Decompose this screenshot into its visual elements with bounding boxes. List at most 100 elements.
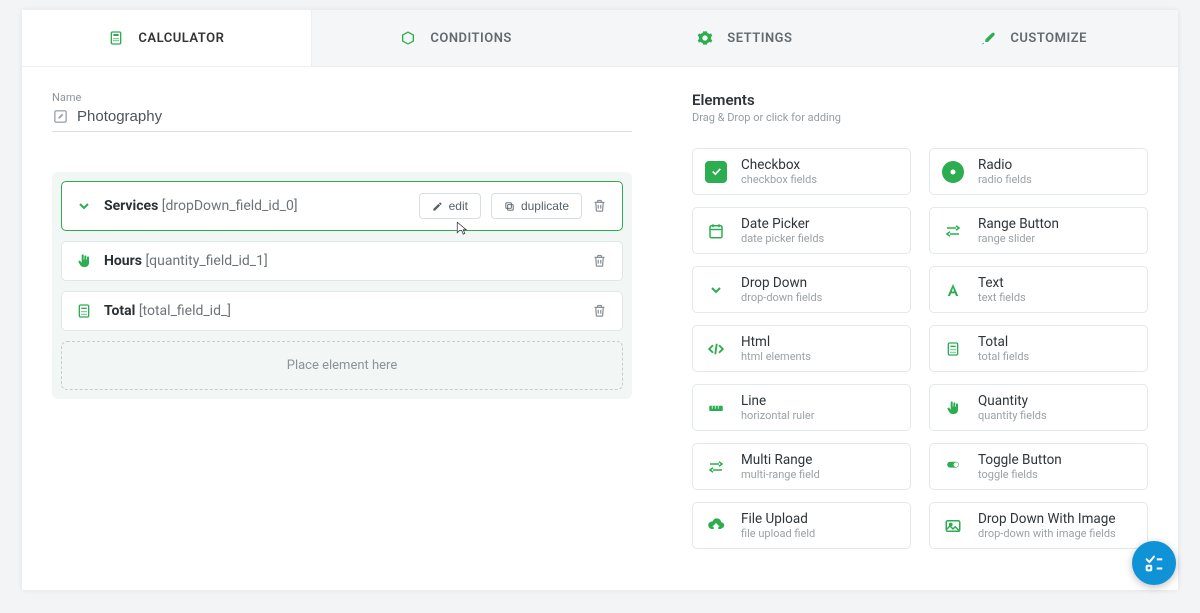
element-card-drop-down[interactable]: Drop Down drop-down fields [692, 266, 911, 313]
app-window: CALCULATOR CONDITIONS SETTINGS CUSTOMIZE Na… [22, 10, 1178, 590]
calculator-name-input[interactable] [77, 108, 632, 125]
element-card-date-picker[interactable]: Date Picker date picker fields [692, 207, 911, 254]
field-row[interactable]: Hours [quantity_field_id_1] [61, 241, 623, 281]
element-text: Total total fields [978, 334, 1029, 363]
radio-circle-icon [942, 161, 964, 183]
element-text: Drop Down drop-down fields [741, 275, 822, 304]
element-text: Checkbox checkbox fields [741, 157, 817, 186]
element-title: Range Button [978, 216, 1059, 232]
element-desc: drop-down with image fields [978, 527, 1116, 540]
edit-label: edit [449, 199, 468, 213]
field-title: Services [dropDown_field_id_0] [104, 198, 298, 214]
tab-label: CONDITIONS [430, 31, 512, 46]
element-title: Total [978, 334, 1029, 350]
text-a-icon [942, 279, 964, 301]
element-desc: quantity fields [978, 409, 1047, 422]
name-label: Name [52, 91, 632, 104]
element-title: Line [741, 393, 814, 409]
toggle-icon [942, 456, 964, 478]
element-desc: checkbox fields [741, 173, 817, 186]
check-filled-icon [705, 161, 727, 183]
range-icon [942, 220, 964, 242]
element-card-quantity[interactable]: Quantity quantity fields [929, 384, 1148, 431]
duplicate-button[interactable]: duplicate [491, 193, 582, 219]
tab-settings[interactable]: SETTINGS [601, 10, 890, 66]
element-text: Multi Range multi-range field [741, 452, 820, 481]
elements-column: Elements Drag & Drop or click for adding… [692, 91, 1148, 549]
element-text: Quantity quantity fields [978, 393, 1047, 422]
element-desc: range slider [978, 232, 1059, 245]
element-card-multi-range[interactable]: Multi Range multi-range field [692, 443, 911, 490]
element-desc: drop-down fields [741, 291, 822, 304]
element-title: Html [741, 334, 811, 350]
pencil-square-icon [52, 108, 69, 125]
help-fab-button[interactable] [1132, 541, 1176, 585]
field-row[interactable]: Services [dropDown_field_id_0] edit dupl… [61, 181, 623, 231]
element-text: Range Button range slider [978, 216, 1059, 245]
element-text: Line horizontal ruler [741, 393, 814, 422]
element-card-range-button[interactable]: Range Button range slider [929, 207, 1148, 254]
edit-button[interactable]: edit [419, 193, 481, 219]
field-title: Hours [quantity_field_id_1] [104, 253, 268, 269]
element-text: Toggle Button toggle fields [978, 452, 1062, 481]
element-title: Multi Range [741, 452, 820, 468]
tab-label: CALCULATOR [138, 31, 224, 46]
tab-bar: CALCULATOR CONDITIONS SETTINGS CUSTOMIZE [22, 10, 1178, 67]
element-card-text[interactable]: Text text fields [929, 266, 1148, 313]
cube-icon [400, 30, 416, 46]
element-desc: radio fields [978, 173, 1032, 186]
element-text: Text text fields [978, 275, 1026, 304]
pencil-icon [432, 201, 443, 212]
element-card-drop-down-with-image[interactable]: Drop Down With Image drop-down with imag… [929, 502, 1148, 549]
tab-label: SETTINGS [727, 31, 792, 46]
element-desc: toggle fields [978, 468, 1062, 481]
elements-heading: Elements [692, 91, 1148, 109]
ruler-icon [705, 397, 727, 419]
element-card-html[interactable]: Html html elements [692, 325, 911, 372]
field-row[interactable]: Total [total_field_id_] [61, 291, 623, 331]
element-card-checkbox[interactable]: Checkbox checkbox fields [692, 148, 911, 195]
trash-icon[interactable] [592, 198, 608, 214]
element-desc: multi-range field [741, 468, 820, 481]
element-text: Radio radio fields [978, 157, 1032, 186]
duplicate-label: duplicate [521, 199, 569, 213]
element-title: Drop Down With Image [978, 511, 1116, 527]
element-title: Checkbox [741, 157, 817, 173]
element-card-line[interactable]: Line horizontal ruler [692, 384, 911, 431]
brush-icon [980, 30, 996, 46]
element-title: File Upload [741, 511, 815, 527]
main-content: Name Services [dropDown_field_id_0] edit… [22, 67, 1178, 563]
tab-customize[interactable]: CUSTOMIZE [889, 10, 1178, 66]
element-card-radio[interactable]: Radio radio fields [929, 148, 1148, 195]
field-title: Total [total_field_id_] [104, 303, 231, 319]
field-canvas: Services [dropDown_field_id_0] edit dupl… [52, 172, 632, 399]
trash-icon[interactable] [592, 303, 608, 319]
code-icon [705, 338, 727, 360]
calendar-icon [705, 220, 727, 242]
element-title: Text [978, 275, 1026, 291]
element-card-toggle-button[interactable]: Toggle Button toggle fields [929, 443, 1148, 490]
element-text: Html html elements [741, 334, 811, 363]
elements-subheading: Drag & Drop or click for adding [692, 111, 1148, 124]
element-text: Date Picker date picker fields [741, 216, 824, 245]
elements-grid: Checkbox checkbox fields Radio radio fie… [692, 148, 1148, 549]
chevron-icon [76, 198, 92, 214]
tab-calculator[interactable]: CALCULATOR [22, 10, 312, 66]
element-desc: file upload field [741, 527, 815, 540]
gear-icon [697, 30, 713, 46]
element-card-file-upload[interactable]: File Upload file upload field [692, 502, 911, 549]
field-actions [592, 253, 608, 269]
element-text: Drop Down With Image drop-down with imag… [978, 511, 1116, 540]
element-card-total[interactable]: Total total fields [929, 325, 1148, 372]
name-row [52, 108, 632, 132]
drop-placeholder[interactable]: Place element here [61, 341, 623, 390]
element-desc: date picker fields [741, 232, 824, 245]
trash-icon[interactable] [592, 253, 608, 269]
calculator-icon [108, 30, 124, 46]
range-icon [705, 456, 727, 478]
tab-conditions[interactable]: CONDITIONS [312, 10, 601, 66]
calc-icon [76, 303, 92, 319]
element-desc: html elements [741, 350, 811, 363]
element-text: File Upload file upload field [741, 511, 815, 540]
field-actions [592, 303, 608, 319]
